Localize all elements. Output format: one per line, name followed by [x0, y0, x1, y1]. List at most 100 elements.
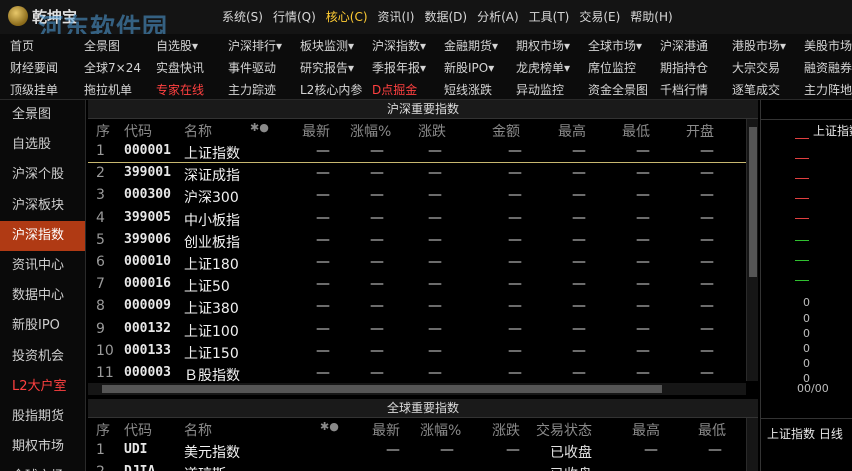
horizontal-scrollbar[interactable] [88, 383, 746, 395]
toolbar-button[interactable]: 实盘快讯 [156, 59, 204, 76]
toolbar-button[interactable]: 金融期货▾ [444, 37, 498, 54]
scroll-thumb[interactable] [102, 385, 662, 393]
toolbar-button[interactable]: 全球市场▾ [588, 37, 642, 54]
toolbar-button[interactable]: 全球7×24 [84, 59, 141, 76]
col-header-high[interactable]: 最高 [558, 121, 586, 141]
toolbar-button[interactable]: 财经要闻 [10, 59, 58, 76]
toolbar-button[interactable]: 短线涨跌 [444, 81, 492, 98]
col-header-mark[interactable]: ✱● [320, 420, 339, 433]
toolbar-button[interactable]: 资金全景图 [588, 81, 648, 98]
col-header-code[interactable]: 代码 [124, 420, 152, 440]
col-header-open[interactable]: 开盘 [686, 121, 714, 141]
nav-item[interactable]: 投资机会 [0, 342, 85, 372]
table-row[interactable]: 10 000133 上证150 — — — — — — — [88, 341, 758, 363]
nav-item[interactable]: 股指期货 [0, 402, 85, 432]
vertical-scrollbar[interactable] [746, 119, 758, 381]
toolbar-button[interactable]: 沪深排行▾ [228, 37, 282, 54]
nav-item[interactable]: 自选股 [0, 130, 85, 160]
col-header-low[interactable]: 最低 [698, 420, 726, 440]
toolbar-button[interactable]: 专家在线 [156, 81, 204, 98]
toolbar-button[interactable]: 美股市场 [804, 37, 852, 54]
toolbar-button[interactable]: 沪深指数▾ [372, 37, 426, 54]
toolbar-button[interactable]: 顶级挂单 [10, 81, 58, 98]
col-header-low[interactable]: 最低 [622, 121, 650, 141]
nav-item[interactable]: 新股IPO [0, 311, 85, 341]
scroll-thumb[interactable] [749, 127, 757, 277]
toolbar-button[interactable]: 融资融券 [804, 59, 852, 76]
toolbar-button[interactable]: 拖拉机单 [84, 81, 132, 98]
toolbar-button[interactable]: 期权市场▾ [516, 37, 570, 54]
col-header-chg[interactable]: 涨跌 [492, 420, 520, 440]
table-row[interactable]: 2 DJIA 道琼斯 已收盘 — — — — — [88, 462, 758, 471]
row-trade-state: 已收盘 [550, 445, 592, 461]
nav-item[interactable]: 沪深指数 [0, 220, 85, 251]
col-header-mark[interactable]: ✱● [250, 121, 269, 134]
col-header-pct[interactable]: 涨幅% [350, 121, 391, 141]
nav-item[interactable]: 沪深个股 [0, 160, 85, 190]
col-header-chg[interactable]: 涨跌 [418, 121, 446, 141]
toolbar-button[interactable]: 龙虎榜单▾ [516, 59, 570, 76]
col-header-latest[interactable]: 最新 [302, 121, 330, 141]
toolbar-button[interactable]: 港股市场▾ [732, 37, 786, 54]
table-row[interactable]: 11 000003 Ｂ股指数 — — — — — — — [88, 363, 758, 385]
nav-item[interactable]: L2大户室 [0, 372, 85, 402]
menu-item[interactable]: 系统(S) [222, 8, 263, 25]
col-header-high[interactable]: 最高 [632, 420, 660, 440]
table-row[interactable]: 3 000300 沪深300 — — — — — — — [88, 185, 758, 207]
table-row[interactable]: 6 000010 上证180 — — — — — — — [88, 252, 758, 274]
table-row[interactable]: 7 000016 上证50 — — — — — — — [88, 274, 758, 296]
toolbar-button[interactable]: 事件驱动 [228, 59, 276, 76]
row-name: 创业板指 [184, 234, 240, 251]
toolbar-button[interactable]: 自选股▾ [156, 37, 198, 54]
menu-item[interactable]: 数据(D) [424, 8, 467, 25]
nav-item[interactable]: 沪深板块 [0, 191, 85, 221]
toolbar-button[interactable]: 板块监测▾ [300, 37, 354, 54]
nav-item[interactable]: 全景图 [0, 100, 85, 130]
nav-item[interactable]: 全球市场 [0, 462, 85, 471]
menu-item[interactable]: 核心(C) [326, 8, 368, 25]
menu-item[interactable]: 资讯(I) [378, 8, 415, 25]
nav-item[interactable]: 资讯中心 [0, 251, 85, 281]
toolbar-button[interactable]: 全景图 [84, 37, 120, 54]
toolbar-button[interactable]: 大宗交易 [732, 59, 780, 76]
toolbar-button[interactable]: L2核心内参 [300, 81, 362, 98]
toolbar-button[interactable]: 主力阵地 [804, 81, 852, 98]
col-header-pct[interactable]: 涨幅% [420, 420, 461, 440]
table-row[interactable]: 1 000001 上证指数 — — — — — — — [88, 141, 758, 164]
toolbar-button[interactable]: 首页 [10, 37, 34, 54]
toolbar-button[interactable]: 研究报告▾ [300, 59, 354, 76]
nav-item[interactable]: 数据中心 [0, 281, 85, 311]
menu-item[interactable]: 行情(Q) [273, 8, 316, 25]
col-header-no[interactable]: 序 [96, 420, 110, 440]
nav-item[interactable]: 期权市场 [0, 432, 85, 462]
toolbar-button[interactable]: 沪深港通 [660, 37, 708, 54]
vertical-scrollbar[interactable] [746, 418, 758, 471]
col-header-name[interactable]: 名称 [184, 121, 212, 141]
table-row[interactable]: 1 UDI 美元指数 已收盘 — — — — — [88, 440, 758, 462]
toolbar-button[interactable]: 千档行情 [660, 81, 708, 98]
col-header-name[interactable]: 名称 [184, 420, 212, 440]
col-header-no[interactable]: 序 [96, 121, 110, 141]
col-header-state[interactable]: 交易状态 [536, 420, 592, 440]
toolbar-button[interactable]: 季报年报▾ [372, 59, 426, 76]
toolbar-button[interactable]: 席位监控 [588, 59, 636, 76]
toolbar-button[interactable]: 逐笔成交 [732, 81, 780, 98]
table-row[interactable]: 9 000132 上证100 — — — — — — — [88, 319, 758, 341]
menu-item[interactable]: 交易(E) [579, 8, 620, 25]
toolbar-button[interactable]: 主力踪迹 [228, 81, 276, 98]
menu-item[interactable]: 帮助(H) [630, 8, 672, 25]
menu-item[interactable]: 分析(A) [477, 8, 519, 25]
col-header-latest[interactable]: 最新 [372, 420, 400, 440]
table-row[interactable]: 2 399001 深证成指 — — — — — — — [88, 163, 758, 185]
toolbar-button[interactable]: 异动监控 [516, 81, 564, 98]
toolbar-button[interactable]: D点掘金 [372, 81, 417, 98]
table-row[interactable]: 4 399005 中小板指 — — — — — — — [88, 208, 758, 230]
col-header-amount[interactable]: 金额 [492, 121, 520, 141]
toolbar-button[interactable]: 期指持仓 [660, 59, 708, 76]
row-value: — [572, 342, 586, 359]
col-header-code[interactable]: 代码 [124, 121, 152, 141]
menu-item[interactable]: 工具(T) [529, 8, 570, 25]
table-row[interactable]: 8 000009 上证380 — — — — — — — [88, 296, 758, 318]
toolbar-button[interactable]: 新股IPO▾ [444, 59, 494, 76]
table-row[interactable]: 5 399006 创业板指 — — — — — — — [88, 230, 758, 252]
